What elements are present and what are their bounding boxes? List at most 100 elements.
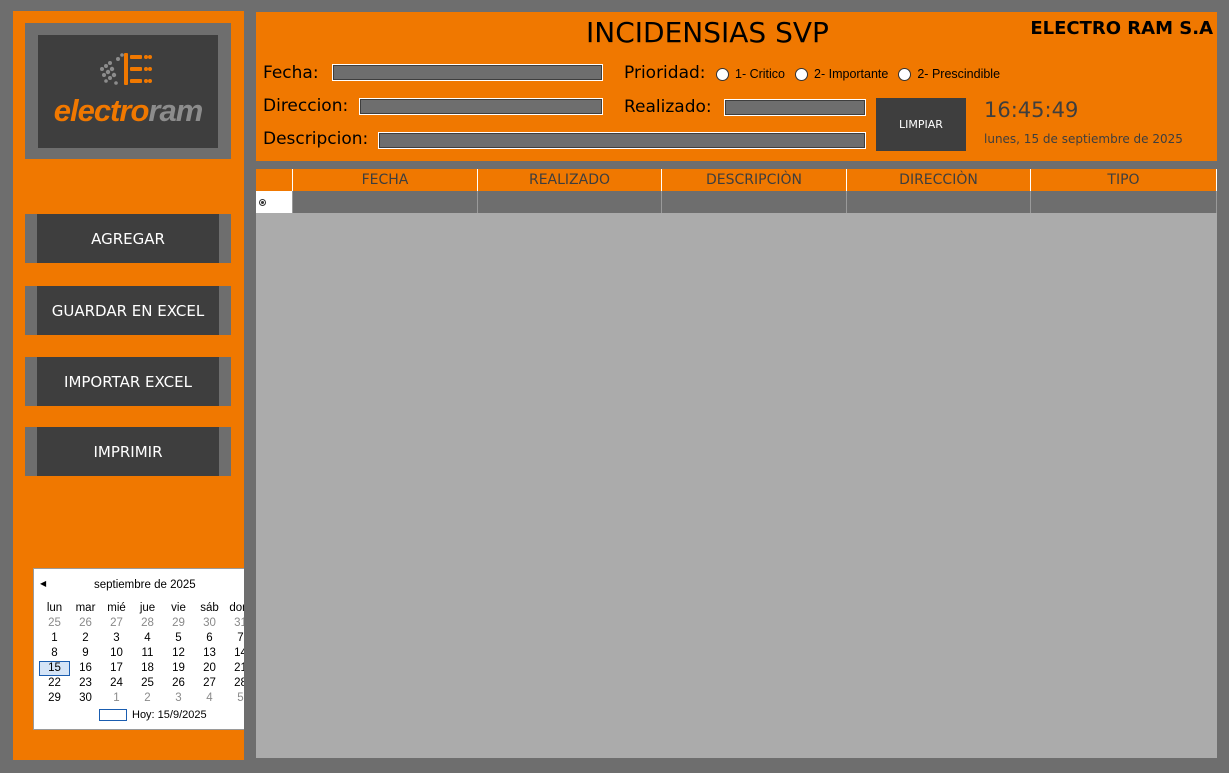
calendar-day[interactable]: 9 [70,646,101,661]
calendar-day[interactable]: 3 [163,691,194,706]
calendar-day[interactable]: 19 [163,661,194,676]
calendar-day[interactable]: 1 [39,631,70,646]
save-excel-button-label: GUARDAR EN EXCEL [37,286,219,335]
calendar-day[interactable]: 22 [39,676,70,691]
calendar-day[interactable]: 17 [101,661,132,676]
calendar-day[interactable]: 27 [194,676,225,691]
incidents-grid[interactable]: FECHA REALIZADO DESCRIPCIÒN DIRECCIÒN TIPO [256,169,1217,758]
column-header[interactable]: DESCRIPCIÒN [662,169,847,191]
direccion-label: Direccion: [263,96,349,116]
current-row-indicator-icon [259,198,266,206]
calendar-day[interactable]: 13 [194,646,225,661]
add-button[interactable]: AGREGAR [25,214,231,263]
calendar-day[interactable]: 30 [70,691,101,706]
table-cell[interactable] [662,191,847,213]
priority-option-label: 2- Prescindible [917,67,1001,81]
calendar-day[interactable]: 16 [70,661,101,676]
save-excel-button[interactable]: GUARDAR EN EXCEL [25,286,231,335]
calendar-day[interactable]: 25 [132,676,163,691]
grid-corner-cell[interactable] [256,169,293,191]
calendar-weekday-header: jue [139,602,156,614]
calendar-day[interactable]: 25 [39,616,70,631]
priority-option-label: 2- Importante [814,67,889,81]
descripcion-field[interactable] [378,132,866,149]
column-header[interactable]: TIPO [1031,169,1217,191]
row-header[interactable] [256,191,293,213]
plug-logo-icon [100,53,152,85]
calendar-week-row: 25262728293031 [39,616,244,631]
calendar-weekday-header: mié [107,602,126,614]
calendar-day[interactable]: 11 [132,646,163,661]
month-calendar[interactable]: ◀ septiembre de 2025 lun mar mié jue vie sáb d… [33,568,244,730]
column-header[interactable]: REALIZADO [478,169,662,191]
calendar-weekday-header: dom [229,602,244,614]
calendar-weekday-header: vie [171,602,186,614]
calendar-weekday-row: lunmarmié jue vie sábdom [39,601,244,616]
table-cell[interactable] [1031,191,1217,213]
calendar-day[interactable]: 29 [163,616,194,631]
calendar-today-footer[interactable]: Hoy: 15/9/2025 [99,709,207,721]
calendar-weekday-header: sáb [200,602,219,614]
priority-option-1[interactable]: 1- Critico [716,67,785,81]
column-header[interactable]: DIRECCIÒN [847,169,1031,191]
calendar-day[interactable]: 27 [101,616,132,631]
column-header[interactable]: FECHA [293,169,478,191]
radio-circle-icon[interactable] [898,67,912,81]
calendar-day[interactable]: 7 [225,631,244,646]
calendar-day[interactable]: 18 [132,661,163,676]
calendar-day[interactable]: 12 [163,646,194,661]
logo-text-ram: ram [148,93,203,128]
table-cell[interactable] [478,191,662,213]
table-cell[interactable] [847,191,1031,213]
priority-option-2[interactable]: 2- Importante [795,67,888,81]
realizado-label: Realizado: [624,97,712,117]
previous-month-arrow-icon[interactable]: ◀ [40,578,50,590]
clear-button[interactable]: LIMPIAR [876,98,966,151]
calendar-day[interactable]: 31 [225,616,244,631]
prioridad-label: Prioridad: [624,63,706,83]
calendar-day[interactable]: 4 [132,631,163,646]
import-excel-button-label: IMPORTAR EXCEL [37,357,219,406]
table-row[interactable] [256,191,1217,213]
calendar-day[interactable]: 14 [225,646,244,661]
direccion-field[interactable] [359,98,603,115]
calendar-day[interactable]: 30 [194,616,225,631]
import-excel-button[interactable]: IMPORTAR EXCEL [25,357,231,406]
calendar-day[interactable]: 28 [132,616,163,631]
add-button-label: AGREGAR [37,214,219,263]
current-date: lunes, 15 de septiembre de 2025 [984,132,1183,146]
priority-option-3[interactable]: 2- Prescindible [898,67,1000,81]
radio-circle-icon[interactable] [716,67,729,81]
radio-circle-icon[interactable] [795,67,809,81]
calendar-day[interactable]: 20 [194,661,225,676]
calendar-day[interactable]: 4 [194,691,225,706]
company-logo: electroram [38,35,218,148]
print-button[interactable]: IMPRIMIR [25,427,231,476]
clock-time: 16:45:49 [984,98,1079,122]
sidebar: electroram AGREGAR GUARDAR EN EXCEL IMPO… [13,11,244,760]
calendar-day[interactable]: 10 [101,646,132,661]
calendar-day[interactable]: 2 [70,631,101,646]
calendar-day[interactable]: 3 [101,631,132,646]
calendar-day[interactable]: 23 [70,676,101,691]
calendar-day[interactable]: 6 [194,631,225,646]
fecha-field[interactable] [332,64,603,81]
realizado-field[interactable] [724,99,866,116]
calendar-day[interactable]: 24 [101,676,132,691]
calendar-month-title[interactable]: septiembre de 2025 [94,579,196,591]
calendar-day[interactable]: 1 [101,691,132,706]
calendar-day[interactable]: 21 [225,661,244,676]
calendar-day[interactable]: 15 [39,661,70,676]
calendar-day[interactable]: 8 [39,646,70,661]
calendar-day[interactable]: 5 [225,691,244,706]
calendar-day[interactable]: 29 [39,691,70,706]
today-marker-icon [99,709,127,721]
calendar-day[interactable]: 26 [163,676,194,691]
calendar-day[interactable]: 26 [70,616,101,631]
priority-option-label: 1- Critico [735,67,786,81]
priority-radio-group: 1- Critico 2- Importante 2- Prescindible [716,67,1010,81]
calendar-day[interactable]: 5 [163,631,194,646]
calendar-day[interactable]: 28 [225,676,244,691]
calendar-day[interactable]: 2 [132,691,163,706]
table-cell[interactable] [293,191,478,213]
